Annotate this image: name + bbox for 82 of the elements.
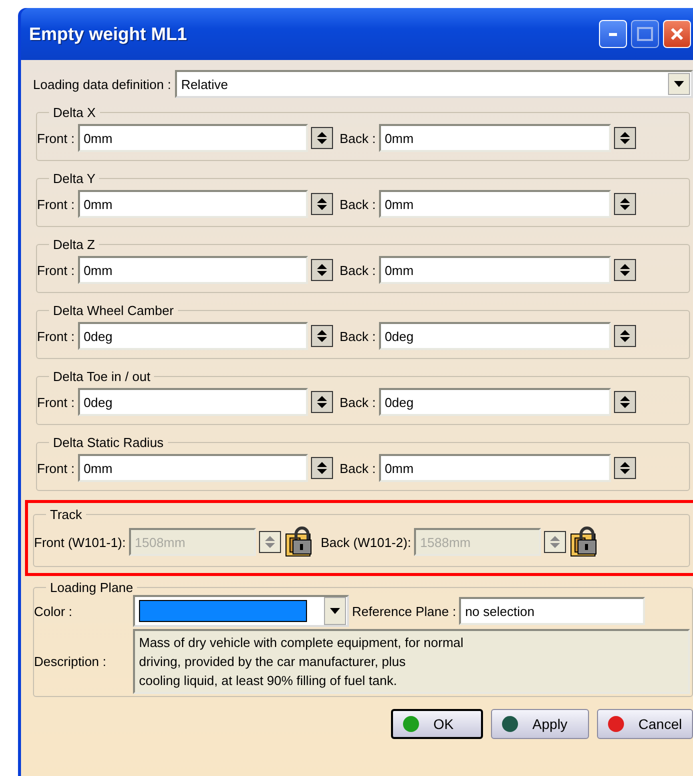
spin-arrows-icon: [316, 395, 327, 409]
input-field[interactable]: 0mm: [378, 256, 611, 284]
spinner-button[interactable]: [310, 391, 333, 413]
caret-icon: [330, 608, 340, 614]
input-field[interactable]: no selection: [459, 597, 646, 625]
spin-arrows-icon: [620, 329, 630, 343]
spin-arrows-icon: [620, 197, 630, 211]
input-field[interactable]: 0mm: [78, 124, 308, 152]
spinner-button[interactable]: [310, 325, 333, 347]
spinner-button[interactable]: [614, 325, 636, 347]
close-button[interactable]: [663, 20, 691, 48]
dialog-button[interactable]: OK: [391, 709, 484, 739]
group-title: Loading Plane: [49, 580, 134, 595]
spinner-button[interactable]: [614, 391, 636, 413]
field-label: Description :: [34, 654, 108, 669]
field-label: Front (W101-1):: [34, 534, 126, 550]
dropdown-button[interactable]: [324, 597, 346, 625]
close-icon: [670, 27, 684, 41]
spin-arrows-icon: [316, 329, 327, 343]
input-field[interactable]: 0mm: [78, 256, 308, 284]
field-label: Front :: [37, 460, 75, 476]
input-field[interactable]: 0mm: [78, 190, 308, 218]
spinner-button[interactable]: [614, 127, 636, 149]
field-label: Front :: [37, 262, 75, 278]
group-title: Track: [49, 507, 84, 522]
field-label: Color :: [34, 604, 74, 618]
group-title: Delta X: [52, 105, 97, 120]
window-title: Empty weight ML1: [29, 24, 188, 44]
field-label: Back :: [340, 394, 376, 410]
color-dropdown[interactable]: [133, 595, 349, 627]
dropdown-button[interactable]: [668, 73, 690, 95]
spinner-button[interactable]: [310, 457, 333, 479]
spin-arrows-icon: [620, 263, 630, 277]
spin-arrows-icon: [316, 131, 327, 145]
caret-icon: [674, 81, 684, 87]
field-label: Front :: [37, 130, 75, 146]
spin-arrows-icon: [620, 395, 630, 409]
group-title: Delta Static Radius: [52, 435, 165, 450]
spinner-button[interactable]: [614, 259, 636, 281]
input-field[interactable]: 0mm: [378, 190, 611, 218]
spinner-button[interactable]: [310, 193, 333, 215]
field-label: Reference Plane :: [352, 604, 456, 618]
field-label: Back :: [340, 262, 376, 278]
dropdown-field[interactable]: Relative: [175, 70, 693, 98]
spin-arrows-icon: [550, 535, 560, 549]
minimize-button[interactable]: [599, 20, 627, 48]
input-field[interactable]: 0mm: [378, 454, 611, 482]
input-field[interactable]: 0deg: [378, 322, 611, 350]
minimize-icon: [609, 32, 617, 36]
spinner-button[interactable]: [614, 193, 636, 215]
maximize-icon: [637, 27, 653, 41]
dialog-button[interactable]: Cancel: [597, 709, 693, 739]
maximize-button[interactable]: [631, 20, 659, 48]
spinner-button[interactable]: [310, 127, 333, 149]
field-label: Front :: [37, 394, 75, 410]
input-field[interactable]: 0deg: [78, 322, 308, 350]
field-label: Back :: [340, 196, 376, 212]
field-label: Front :: [37, 196, 75, 212]
spinner-button[interactable]: [310, 259, 333, 281]
dialog-button[interactable]: Apply: [491, 709, 590, 739]
input-field[interactable]: 0mm: [78, 454, 308, 482]
spin-arrows-icon: [620, 461, 630, 475]
spin-arrows-icon: [620, 131, 630, 145]
field-label: Back :: [340, 130, 376, 146]
input-field[interactable]: 0deg: [78, 388, 308, 416]
spinner-button[interactable]: [614, 457, 636, 479]
field-label: Front :: [37, 328, 75, 344]
group-title: Delta Toe in / out: [52, 369, 152, 384]
input-field[interactable]: 0mm: [378, 124, 611, 152]
field-label: Loading data definition :: [33, 76, 172, 92]
spin-arrows-icon: [316, 197, 327, 211]
spin-arrows-icon: [264, 535, 275, 549]
group-title: Delta Z: [52, 237, 96, 252]
spin-arrows-icon: [316, 461, 327, 475]
field-label: Back :: [340, 460, 376, 476]
description-text: Mass of dry vehicle with complete equipment, for normal driving, provided by the car manufacturer, plus cooling liquid, at least 90% filling of fuel tank.: [133, 629, 690, 694]
input-field[interactable]: 0deg: [378, 388, 611, 416]
spin-arrows-icon: [316, 263, 327, 277]
group-title: Delta Y: [52, 171, 96, 186]
group-title: Delta Wheel Camber: [52, 303, 175, 318]
field-label: Back :: [340, 328, 376, 344]
field-label: Back (W101-2):: [320, 534, 412, 550]
